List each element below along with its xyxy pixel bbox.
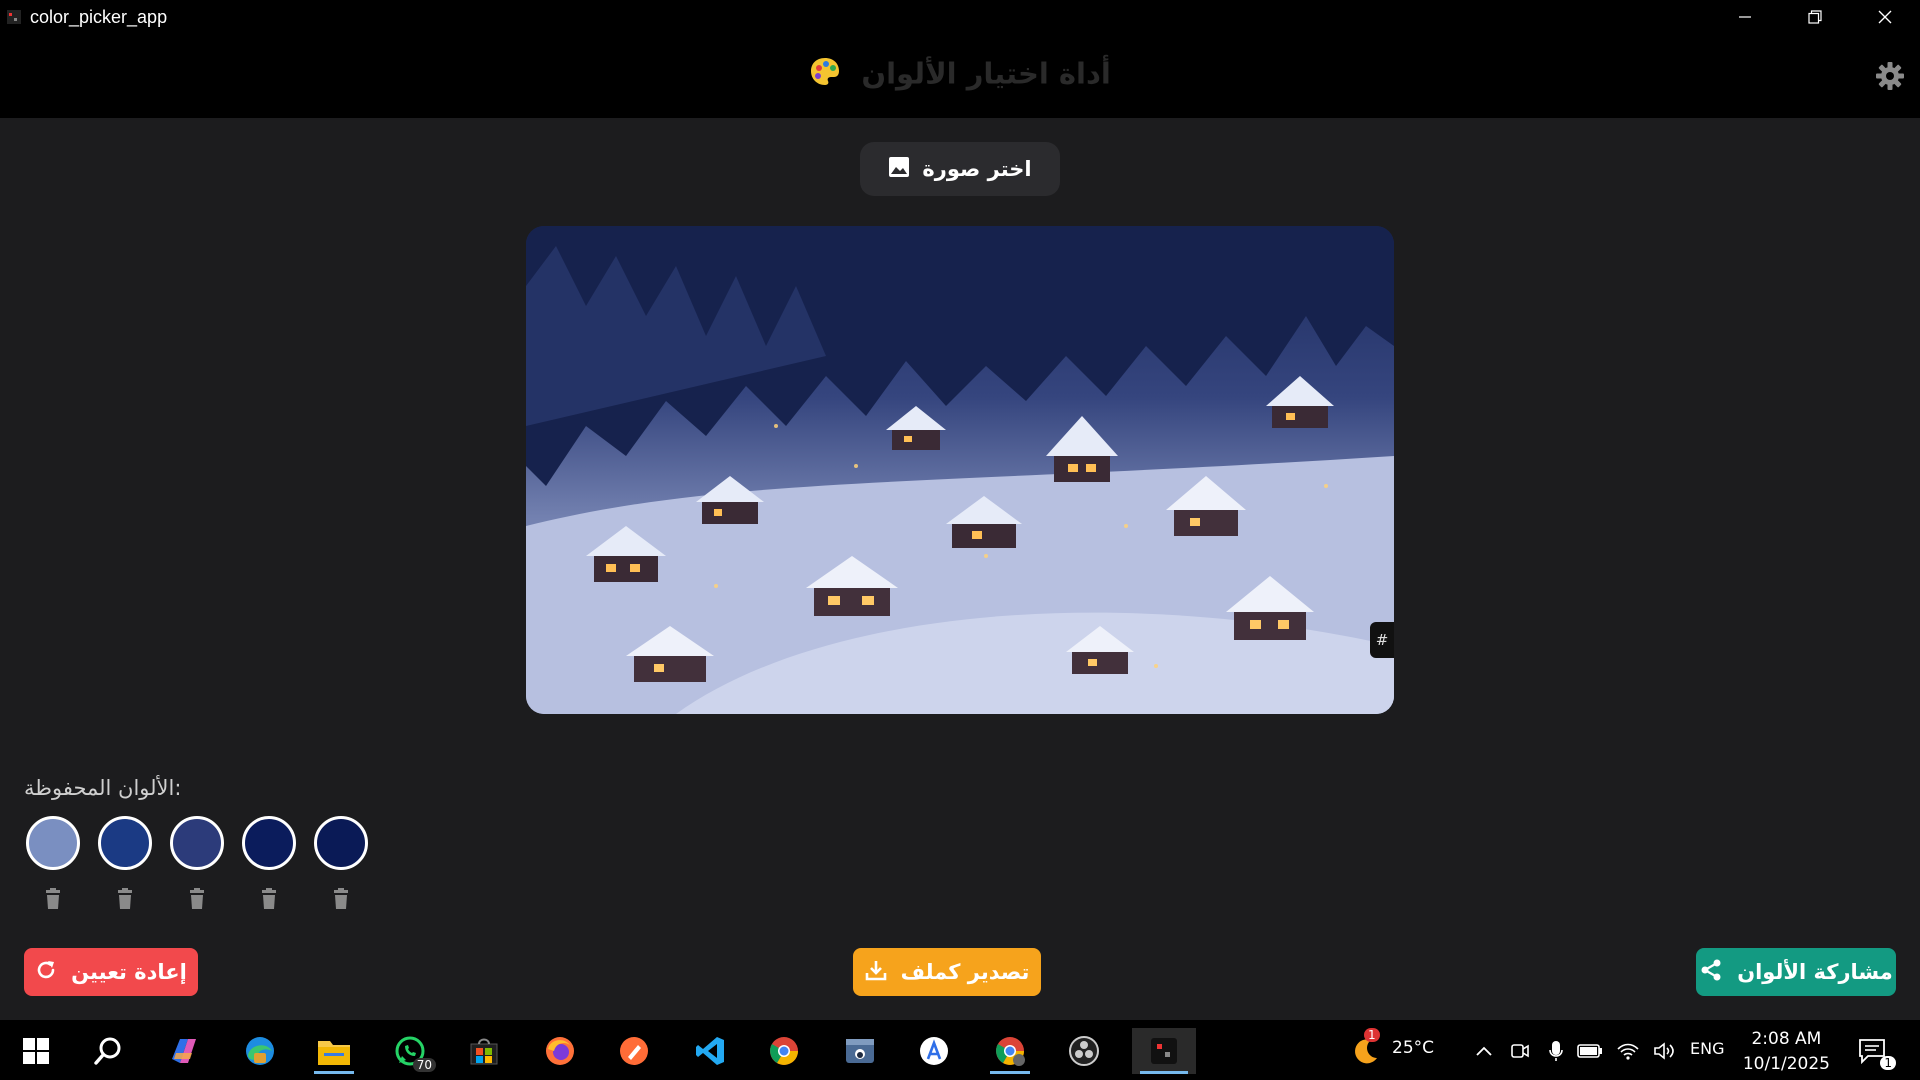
color-swatch[interactable] [242, 816, 296, 870]
share-colors-button[interactable]: مشاركة الألوان [1696, 948, 1896, 996]
page-title: أداة اختيار الألوان [861, 56, 1111, 91]
share-label: مشاركة الألوان [1737, 960, 1893, 984]
saved-colors-label: الألوان المحفوظة: [24, 776, 182, 800]
delete-trash-icon[interactable] [259, 888, 279, 910]
chrome-icon[interactable] [756, 1028, 812, 1074]
color-swatch[interactable] [170, 816, 224, 870]
color-picker-app-icon[interactable] [1132, 1028, 1196, 1074]
system-clock[interactable]: 2:08 AM 10/1/2025 [1743, 1027, 1830, 1077]
color-swatch[interactable] [314, 816, 368, 870]
page-title-row: أداة اختيار الألوان [0, 56, 1920, 95]
delete-trash-icon[interactable] [115, 888, 135, 910]
clock-time: 2:08 AM [1751, 1029, 1822, 1049]
app-icon [4, 7, 24, 27]
share-icon [1699, 958, 1723, 987]
palette-icon [809, 56, 841, 95]
microsoft-store-icon[interactable] [456, 1028, 512, 1074]
reset-button[interactable]: إعادة تعيين [24, 948, 198, 996]
postman-icon[interactable] [606, 1028, 662, 1074]
color-swatch[interactable] [26, 816, 80, 870]
vscode-icon[interactable] [682, 1028, 738, 1074]
saved-color-item [170, 816, 224, 910]
hex-marker[interactable]: # [1370, 622, 1394, 658]
volume-icon[interactable] [1636, 1028, 1692, 1074]
pick-image-label: اختر صورة [922, 157, 1032, 181]
chrome-profile-icon[interactable] [982, 1028, 1038, 1074]
clock-date: 10/1/2025 [1742, 1054, 1830, 1074]
image-icon [888, 156, 910, 183]
weather-badge: 1 [1364, 1028, 1380, 1042]
close-button[interactable] [1850, 0, 1920, 34]
export-file-button[interactable]: تصدير كملف [853, 948, 1041, 996]
saved-color-item [314, 816, 368, 910]
input-language[interactable]: ENG [1690, 1039, 1724, 1058]
saved-color-item [98, 816, 152, 910]
app-store-icon[interactable] [906, 1028, 962, 1074]
whatsapp-icon[interactable]: 70 [382, 1028, 438, 1074]
color-swatch[interactable] [98, 816, 152, 870]
temperature[interactable]: 25°C [1392, 1038, 1434, 1058]
window-titlebar: color_picker_app [0, 0, 1920, 34]
taskbar: 70 1 25°C ENG [0, 1020, 1920, 1080]
weather-moon-icon[interactable]: 1 [1336, 1028, 1392, 1074]
pick-image-button[interactable]: اختر صورة [860, 142, 1060, 196]
firefox-icon[interactable] [532, 1028, 588, 1074]
edge-browser-icon[interactable] [232, 1028, 288, 1074]
download-icon [865, 959, 887, 986]
obs-studio-icon[interactable] [1056, 1028, 1112, 1074]
saved-color-item [26, 816, 80, 910]
notifications-icon[interactable]: 1 [1844, 1028, 1900, 1074]
refresh-icon [35, 959, 57, 986]
reset-label: إعادة تعيين [71, 960, 187, 984]
delete-trash-icon[interactable] [331, 888, 351, 910]
delete-trash-icon[interactable] [187, 888, 207, 910]
restore-button[interactable] [1780, 0, 1850, 34]
delete-trash-icon[interactable] [43, 888, 63, 910]
copilot-icon[interactable] [156, 1028, 212, 1074]
export-label: تصدير كملف [900, 960, 1030, 984]
minimize-button[interactable] [1710, 0, 1780, 34]
selected-image[interactable] [526, 226, 1394, 714]
whatsapp-badge: 70 [412, 1058, 436, 1072]
file-explorer-icon[interactable] [306, 1028, 362, 1074]
windows-start-icon[interactable] [8, 1028, 64, 1074]
saved-colors-list [26, 816, 368, 910]
search-icon[interactable] [80, 1028, 136, 1074]
saved-color-item [242, 816, 296, 910]
settings-gear-icon[interactable] [1874, 60, 1906, 96]
app-bar: أداة اختيار الألوان [0, 34, 1920, 118]
window-title: color_picker_app [30, 6, 168, 27]
app-window-icon[interactable] [832, 1028, 888, 1074]
notification-count: 1 [1880, 1056, 1896, 1070]
